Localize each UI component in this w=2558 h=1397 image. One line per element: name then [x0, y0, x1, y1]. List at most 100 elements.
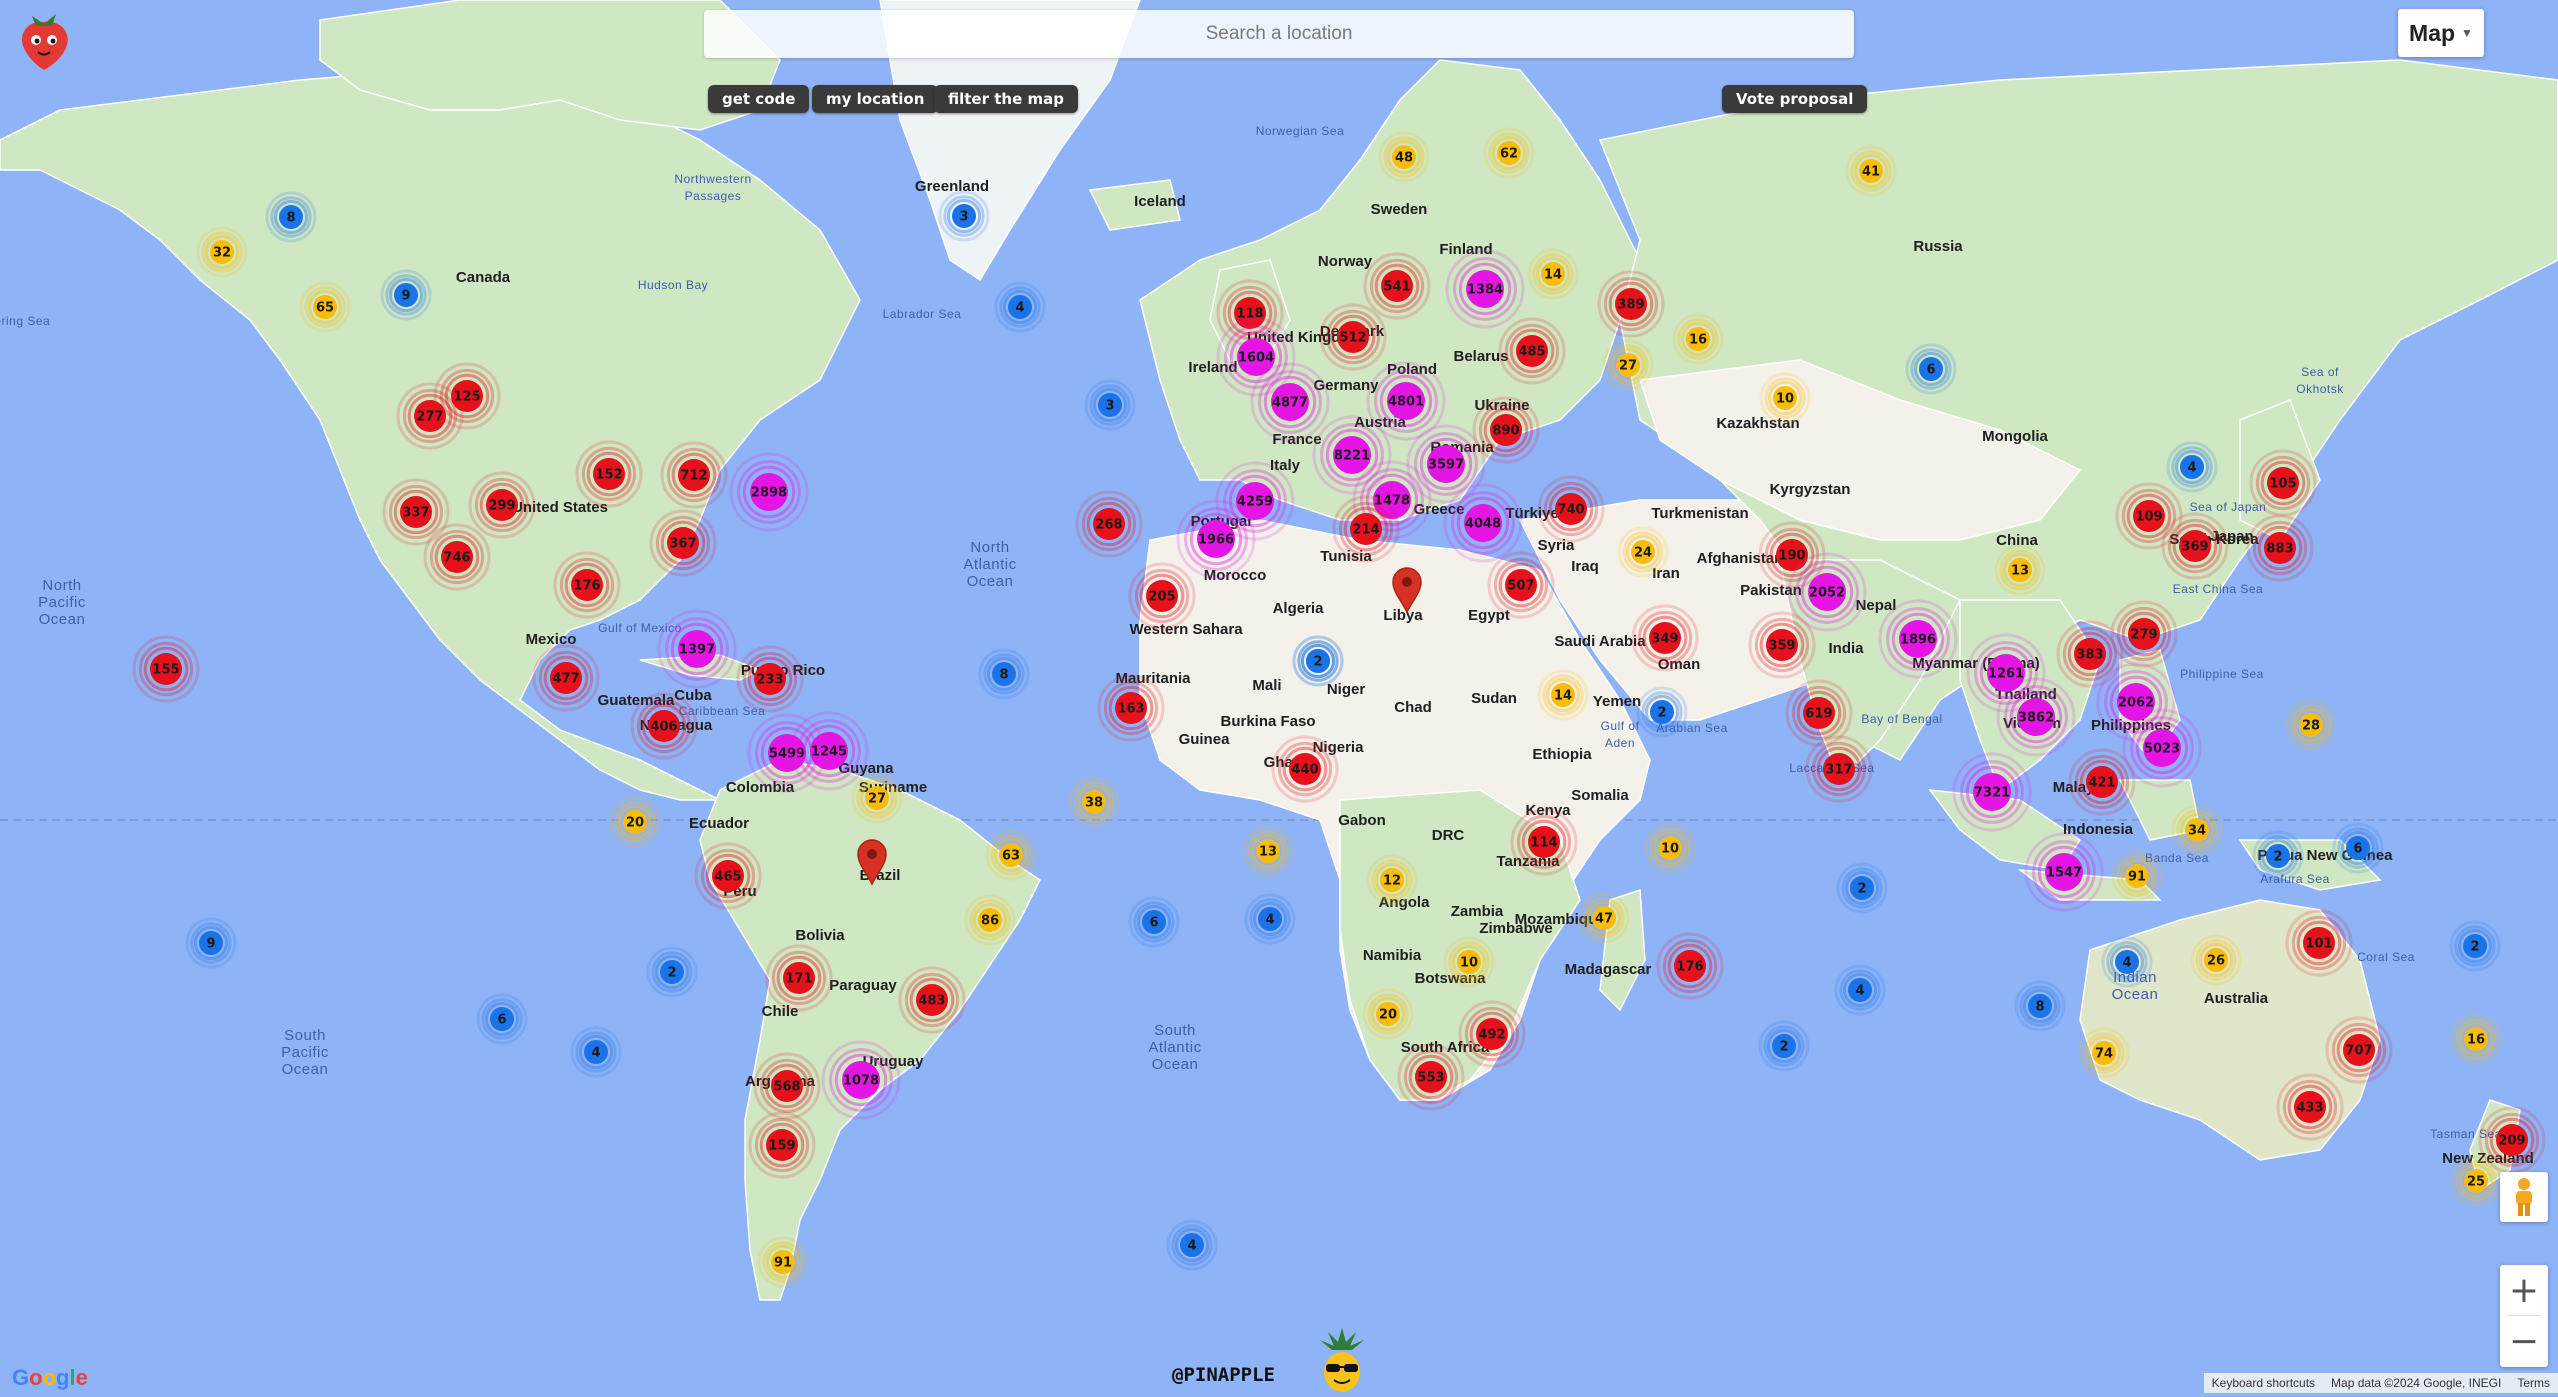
cluster-count: 619: [1805, 707, 1832, 722]
cluster-marker[interactable]: 2: [1292, 635, 1344, 687]
cluster-marker[interactable]: 48: [1378, 131, 1430, 183]
ocean-label: Sea of Japan: [2190, 500, 2267, 514]
cluster-marker[interactable]: 63: [985, 829, 1037, 881]
cluster-count: 3597: [1428, 458, 1464, 473]
cluster-marker[interactable]: 16: [1672, 313, 1724, 365]
cluster-marker[interactable]: 47: [1578, 892, 1630, 944]
cluster-marker[interactable]: 2: [2252, 830, 2304, 882]
world-map[interactable]: North Pacific Ocean North Atlantic Ocean South…: [0, 0, 2558, 1393]
cluster-count: 6: [2353, 842, 2362, 857]
cluster-marker[interactable]: 86: [964, 894, 1016, 946]
cluster-marker[interactable]: 74: [2078, 1027, 2130, 1079]
cluster-marker[interactable]: 41: [1845, 145, 1897, 197]
cluster-marker[interactable]: 4: [570, 1026, 622, 1078]
cluster-marker[interactable]: 8: [978, 648, 1030, 700]
cluster-marker[interactable]: 3: [938, 190, 990, 242]
my-location-button[interactable]: my location: [812, 85, 939, 113]
cluster-count: 492: [1478, 1028, 1505, 1043]
cluster-marker[interactable]: 65: [299, 281, 351, 333]
cluster-marker[interactable]: 4: [994, 281, 1046, 333]
cluster-count: 406: [650, 720, 677, 735]
cluster-marker[interactable]: 62: [1483, 127, 1535, 179]
cluster-marker[interactable]: 28: [2285, 699, 2337, 751]
cluster-count: 14: [1554, 689, 1572, 704]
cluster-marker[interactable]: 2: [646, 946, 698, 998]
cluster-marker[interactable]: 8: [2014, 980, 2066, 1032]
cluster-count: 2052: [1809, 586, 1845, 601]
cluster-count: 233: [756, 673, 783, 688]
cluster-count: 277: [416, 410, 443, 425]
cluster-marker[interactable]: 14: [1537, 669, 1589, 721]
keyboard-shortcuts-link[interactable]: Keyboard shortcuts: [2212, 1376, 2315, 1390]
cluster-count: 190: [1778, 549, 1805, 564]
cluster-marker[interactable]: 34: [2171, 804, 2223, 856]
cluster-count: 1896: [1900, 633, 1936, 648]
cluster-marker[interactable]: 4: [1834, 964, 1886, 1016]
search-input[interactable]: [704, 9, 1854, 59]
cluster-count: 349: [1651, 632, 1678, 647]
search-bar[interactable]: [704, 9, 1854, 59]
cluster-marker[interactable]: 6: [476, 993, 528, 1045]
cluster-count: 8: [286, 211, 295, 226]
place-label: Italy: [1270, 457, 1301, 474]
cluster-marker[interactable]: 9: [380, 269, 432, 321]
cluster-marker[interactable]: 4: [1244, 893, 1296, 945]
cluster-marker[interactable]: 38: [1068, 776, 1120, 828]
cluster-marker[interactable]: 4: [1166, 1219, 1218, 1271]
cluster-marker[interactable]: 20: [609, 796, 661, 848]
strawberry-logo-icon[interactable]: [12, 8, 76, 77]
cluster-marker[interactable]: 6: [1905, 343, 1957, 395]
zoom-out-button[interactable]: −: [2500, 1316, 2548, 1366]
cluster-marker[interactable]: 25: [2450, 1155, 2502, 1207]
cluster-count: 24: [1634, 546, 1652, 561]
cluster-count: 176: [573, 579, 600, 594]
cluster-count: 4801: [1388, 395, 1424, 410]
ocean-label: North Atlantic Ocean: [963, 539, 1016, 590]
cluster-marker[interactable]: 2: [1836, 862, 1888, 914]
cluster-marker[interactable]: 20: [1362, 988, 1414, 1040]
cluster-marker[interactable]: 13: [1994, 544, 2046, 596]
ocean-label: South Pacific Ocean: [281, 1027, 329, 1078]
place-label: Ecuador: [689, 815, 749, 832]
cluster-marker[interactable]: 2: [2449, 920, 2501, 972]
cluster-count: 63: [1002, 849, 1020, 864]
cluster-marker[interactable]: 2: [1758, 1020, 1810, 1072]
cluster-marker[interactable]: 3: [1084, 379, 1136, 431]
place-label: Norway: [1318, 253, 1373, 270]
cluster-count: 48: [1395, 151, 1413, 166]
cluster-marker[interactable]: 9: [185, 917, 237, 969]
cluster-count: 209: [2498, 1134, 2525, 1149]
cluster-marker[interactable]: 13: [1242, 825, 1294, 877]
cluster-marker[interactable]: 27: [851, 772, 903, 824]
cluster-marker[interactable]: 91: [2111, 850, 2163, 902]
cluster-marker[interactable]: 6: [2332, 822, 2384, 874]
cluster-marker[interactable]: 10: [1644, 822, 1696, 874]
cluster-marker[interactable]: 26: [2190, 934, 2242, 986]
street-view-pegman-icon[interactable]: [2500, 1172, 2548, 1222]
cluster-marker[interactable]: 10: [1443, 936, 1495, 988]
cluster-marker[interactable]: 6: [1128, 896, 1180, 948]
cluster-count: 25: [2467, 1175, 2485, 1190]
cluster-count: 477: [552, 672, 579, 687]
cluster-marker[interactable]: 16: [2450, 1013, 2502, 1065]
terms-link[interactable]: Terms: [2517, 1376, 2550, 1390]
cluster-marker[interactable]: 91: [757, 1236, 809, 1288]
cluster-marker[interactable]: 4: [2101, 936, 2153, 988]
cluster-marker[interactable]: 32: [196, 226, 248, 278]
map-type-selector[interactable]: Map ▼: [2398, 9, 2484, 57]
filter-map-button[interactable]: filter the map: [934, 85, 1078, 113]
cluster-marker[interactable]: 2: [1636, 686, 1688, 738]
cluster-marker[interactable]: 24: [1617, 526, 1669, 578]
get-code-button[interactable]: get code: [708, 85, 810, 113]
cluster-marker[interactable]: 14: [1527, 248, 1579, 300]
zoom-in-button[interactable]: +: [2500, 1265, 2548, 1315]
cluster-marker[interactable]: 27: [1602, 339, 1654, 391]
google-logo[interactable]: Google: [12, 1365, 88, 1391]
cluster-count: 91: [2128, 870, 2146, 885]
cluster-count: 13: [1259, 845, 1277, 860]
cluster-marker[interactable]: 12: [1366, 854, 1418, 906]
cluster-marker[interactable]: 10: [1759, 372, 1811, 424]
cluster-marker[interactable]: 4: [2166, 441, 2218, 493]
cluster-marker[interactable]: 8: [265, 191, 317, 243]
vote-proposal-button[interactable]: Vote proposal: [1722, 85, 1868, 113]
